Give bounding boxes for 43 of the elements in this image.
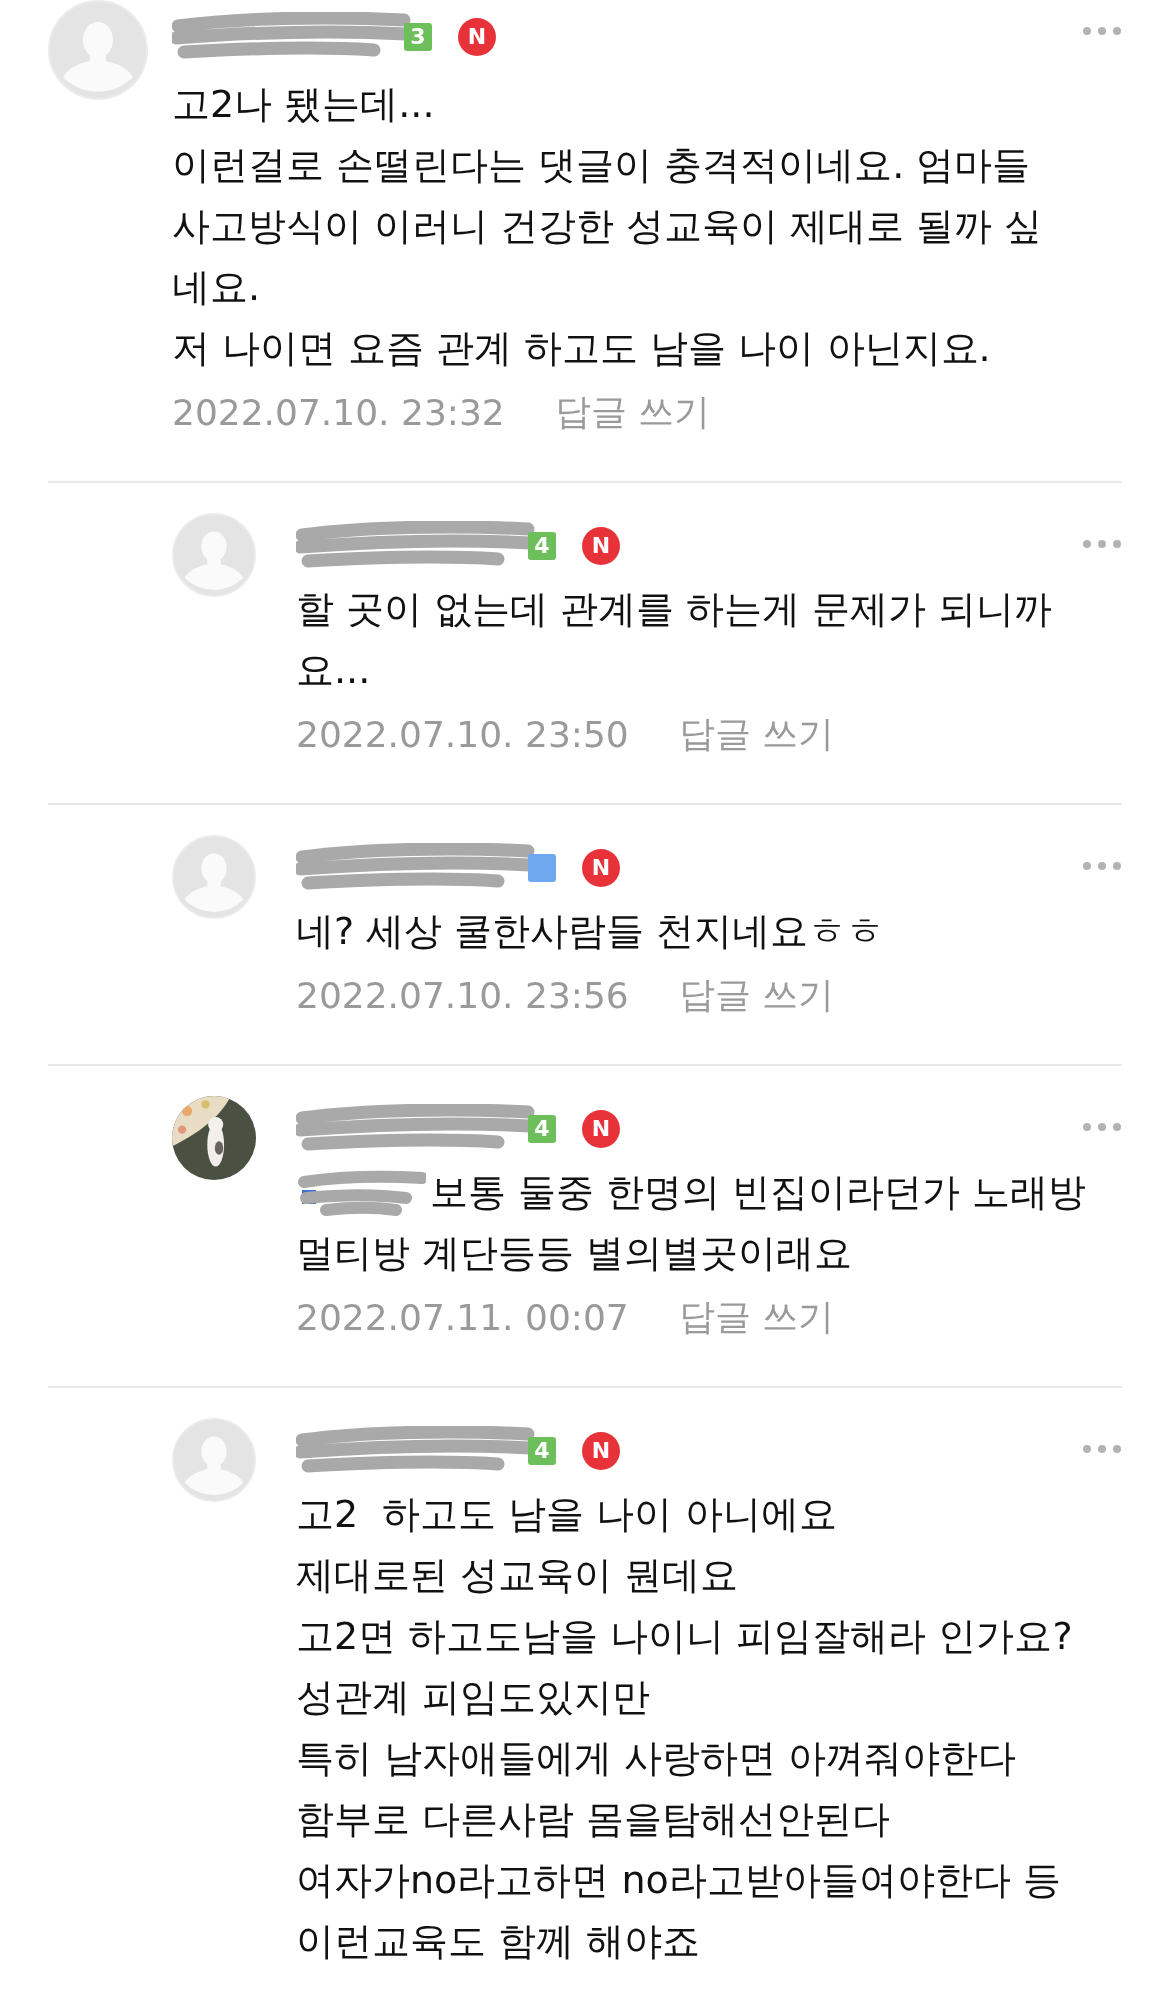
more-options-icon[interactable]: [1082, 861, 1122, 871]
comment-date: 2022.07.11. 00:07: [296, 1296, 629, 1338]
comment-date: 2022.07.10. 23:50: [296, 713, 629, 755]
level-badge: 4: [528, 1115, 556, 1143]
comment-text: 사고방식이 이러니 건강한 성교육이 제대로 될까 싶: [172, 203, 1043, 250]
comment-date: 2022.07.10. 23:32: [172, 391, 505, 433]
comment-text: 할 곳이 없는데 관계를 하는게 문제가 되니까: [296, 586, 1053, 633]
reply-link[interactable]: 답글 쓰기: [678, 709, 835, 759]
comment-text: 고2 하고도 남을 나이 아니에요: [296, 1491, 837, 1538]
comment-text: 이런걸로 손떨린다는 댓글이 충격적이네요. 엄마들: [172, 142, 1031, 189]
more-options-icon[interactable]: [1082, 26, 1122, 36]
comment-text: 고2면 하고도남을 나이니 피임잘해라 인가요?: [296, 1613, 1073, 1660]
comment-text: 네? 세상 쿨한사람들 천지네요ㅎㅎ: [296, 908, 885, 955]
avatar-icon: [172, 1418, 256, 1502]
new-badge: N: [458, 18, 496, 56]
comment-text: 멀티방 계단등등 별의별곳이래요: [296, 1230, 853, 1277]
avatar-icon: [172, 513, 256, 597]
reply-link[interactable]: 답글 쓰기: [554, 387, 711, 437]
reply-link[interactable]: 답글 쓰기: [678, 1292, 835, 1342]
more-options-icon[interactable]: [1082, 1122, 1122, 1132]
reply-link[interactable]: 답글 쓰기: [678, 970, 835, 1020]
comment-text: 제대로된 성교육이 뭔데요: [296, 1552, 739, 1599]
more-options-icon[interactable]: [1082, 539, 1122, 549]
comment-text: 요...: [296, 647, 371, 694]
comment-text: 이런교육도 함께 해야죠: [296, 1918, 701, 1965]
level-badge: 3: [404, 23, 432, 51]
comment-text: 여자가no라고하면 no라고받아들여야한다 등: [296, 1857, 1061, 1904]
comment-text: 보통 둘중 한명의 빈집이라던가 노래방: [430, 1169, 1087, 1216]
comment-text: 고2나 됐는데...: [172, 81, 435, 128]
level-badge: 4: [528, 1437, 556, 1465]
more-options-icon[interactable]: [1082, 1444, 1122, 1454]
comment-text: 함부로 다른사람 몸을탐해선안된다: [296, 1796, 891, 1843]
comment-text: 특히 남자애들에게 사랑하면 아껴줘야한다: [296, 1735, 1017, 1782]
new-badge: N: [582, 1110, 620, 1148]
comment-text: 저 나이면 요즘 관계 하고도 남을 나이 아닌지요.: [172, 325, 991, 372]
new-badge: N: [582, 1432, 620, 1470]
comment-text: 성관계 피임도있지만: [296, 1674, 651, 1721]
level-badge: 4: [528, 532, 556, 560]
avatar-icon: [172, 835, 256, 919]
comment-text: 네요.: [172, 264, 261, 311]
new-badge: N: [582, 527, 620, 565]
new-badge: N: [582, 849, 620, 887]
comment-date: 2022.07.10. 23:56: [296, 974, 629, 1016]
